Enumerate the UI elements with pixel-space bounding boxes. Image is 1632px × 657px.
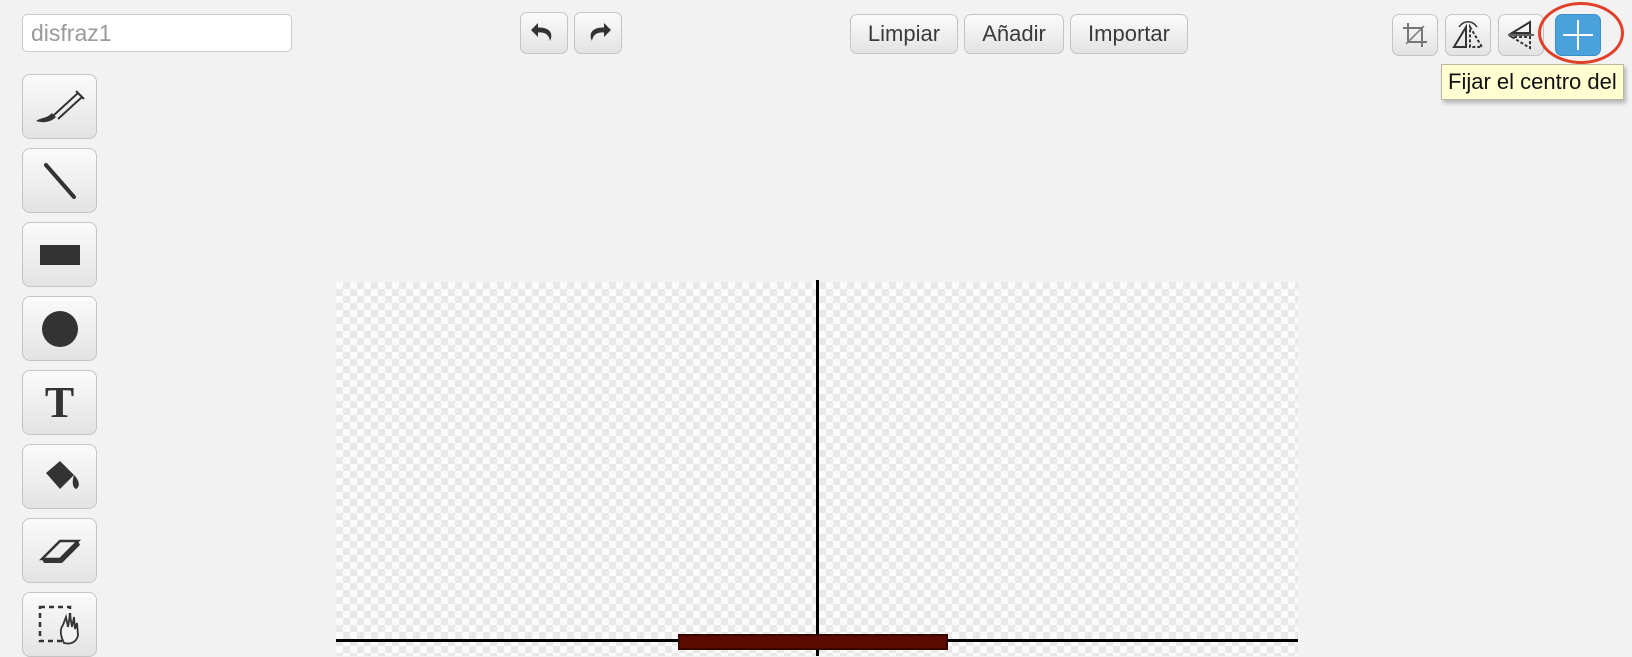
flip-horizontal-button[interactable] [1445, 14, 1491, 56]
add-button[interactable]: Añadir [964, 14, 1064, 54]
import-button[interactable]: Importar [1070, 14, 1188, 54]
eraser-tool-button[interactable] [22, 518, 97, 583]
crop-button[interactable] [1392, 14, 1438, 56]
tooltip: Fijar el centro del [1441, 64, 1624, 100]
flip-horizontal-icon [1452, 21, 1484, 48]
crosshair-icon [1563, 20, 1593, 50]
costume-shape [678, 634, 948, 650]
eraser-icon [38, 539, 81, 563]
set-costume-center-button[interactable] [1555, 14, 1601, 56]
tooltip-text: Fijar el centro del [1448, 69, 1617, 94]
add-button-label: Añadir [982, 21, 1046, 46]
costume-name-input[interactable] [22, 14, 292, 52]
line-icon [43, 162, 76, 199]
ellipse-icon [41, 310, 78, 347]
line-tool-button[interactable] [22, 148, 97, 213]
clear-button-label: Limpiar [867, 21, 941, 46]
flip-vertical-icon [1508, 20, 1534, 50]
center-vertical-line [816, 280, 819, 656]
undo-button[interactable] [520, 12, 568, 54]
rectangle-tool-button[interactable] [22, 222, 97, 287]
clear-button[interactable]: Limpiar [850, 14, 958, 54]
paint-bucket-icon [45, 460, 79, 489]
flip-vertical-button[interactable] [1498, 14, 1544, 56]
crop-icon [1403, 23, 1427, 47]
redo-icon [590, 23, 611, 41]
select-tool-button[interactable] [22, 592, 97, 657]
rectangle-icon [39, 244, 80, 265]
redo-button[interactable] [574, 12, 622, 54]
text-icon: T [44, 378, 75, 427]
select-icon [38, 605, 79, 644]
text-tool-button[interactable]: T [22, 370, 97, 435]
import-button-label: Importar [1088, 21, 1170, 46]
ellipse-tool-button[interactable] [22, 296, 97, 361]
undo-icon [531, 23, 552, 41]
fill-tool-button[interactable] [22, 444, 97, 509]
brush-icon [35, 89, 85, 122]
brush-tool-button[interactable] [22, 74, 97, 139]
